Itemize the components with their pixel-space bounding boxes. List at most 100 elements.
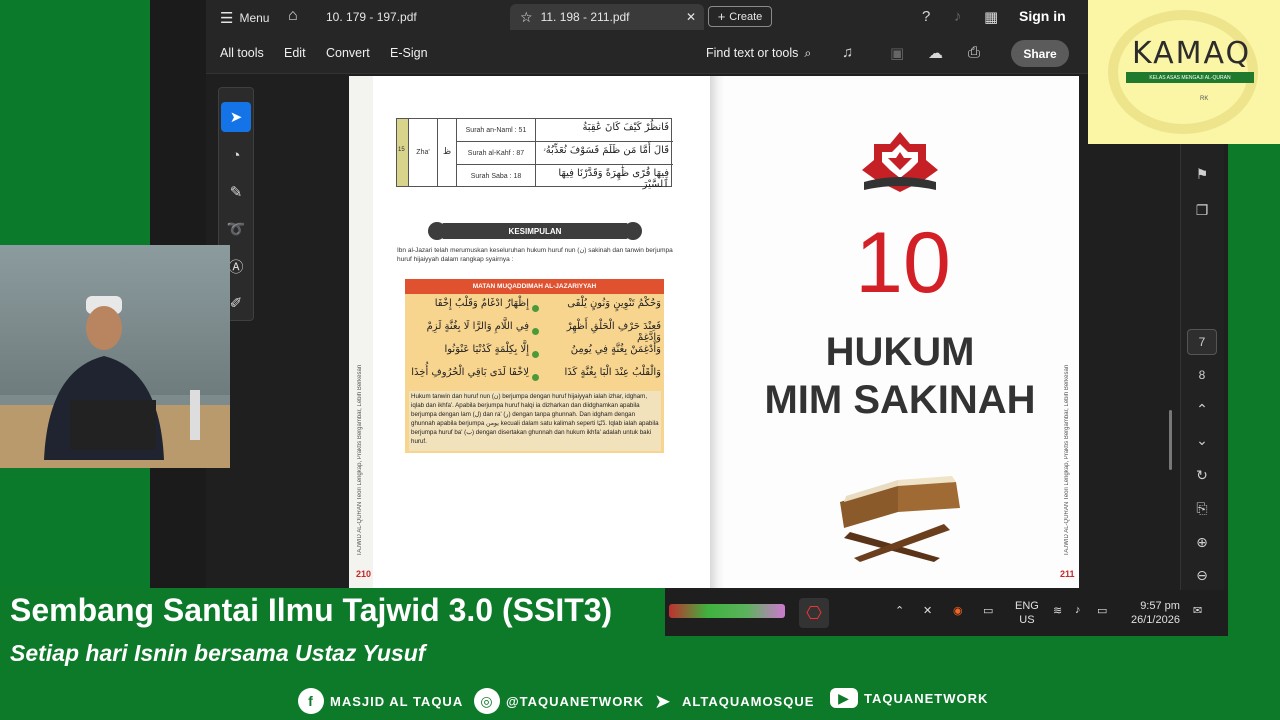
acrobat-taskbar-icon[interactable]: ⎔ (799, 598, 829, 628)
find-tools[interactable]: Find text or tools ⌕ (706, 46, 811, 61)
star-icon[interactable]: ☆ (520, 9, 533, 26)
tab-label: 11. 198 - 211.pdf (540, 10, 630, 24)
cast-icon[interactable]: ▭ (983, 604, 993, 617)
pen-icon[interactable]: ✎ (221, 177, 251, 207)
chapter-number: 10 (855, 215, 951, 311)
social-telegram: ➤ ALTAQUAMOSQUE (650, 688, 814, 714)
table-row-surah: Surah al-Kahf : 87 (467, 150, 525, 157)
language-indicator[interactable]: ENG US (1015, 599, 1039, 628)
document-icon[interactable]: ⎘ (1189, 496, 1215, 520)
verse-right: وَأَدْغِمَنْ بِغُنَّةٍ فِي يُومِنُ (570, 344, 661, 355)
save-icon[interactable]: ▣ (890, 44, 904, 62)
menu-label: Menu (239, 11, 270, 25)
kesimpulan-banner: KESIMPULAN (428, 220, 642, 242)
verse-left: إِلَّا بِكِلْمَةٍ كَدُنْيَا عَنْوَنُوا (444, 344, 529, 355)
star-emblem-icon (862, 132, 938, 192)
apps-grid-icon[interactable]: ▦ (984, 8, 998, 26)
kesimpulan-heading: KESIMPULAN (442, 223, 628, 239)
table-number: 15 (398, 147, 405, 153)
matan-heading: MATAN MUQADDIMAH AL-JAZARIYYAH (405, 279, 664, 294)
tab-label: 10. 179 - 197.pdf (326, 10, 417, 24)
verse-dot-icon (532, 351, 539, 358)
plus-icon: + (717, 9, 726, 24)
search-icon: ⌕ (804, 46, 812, 60)
chevron-up-icon[interactable]: ⌃ (895, 604, 904, 617)
battery-icon[interactable]: ▭ (1097, 604, 1107, 617)
title-bar: ☰ Menu ⌂ 10. 179 - 197.pdf ☆ 11. 198 - 2… (206, 0, 1228, 34)
tab-file-1[interactable]: 10. 179 - 197.pdf (316, 4, 427, 30)
notification-icon[interactable]: ✉ (1193, 604, 1202, 617)
verse-left: إِظْهَارٌ ادْغَامٌ وَقَلْبٌ إِخْفَا (434, 298, 529, 309)
verse-dot-icon (532, 328, 539, 335)
page-gutter (710, 76, 726, 588)
verse-left: لِاخْفَا لَدَى بَاقِي الْحُرُوفِ أُخِذَا (411, 367, 529, 378)
help-icon[interactable]: ? (922, 8, 930, 25)
lasso-icon[interactable]: ➰ (221, 214, 251, 244)
taskbar-apps[interactable] (669, 604, 785, 618)
upload-cloud-icon[interactable]: ☁ (928, 44, 943, 62)
verse-row: إِظْهَارٌ ادْغَامٌ وَقَلْبٌ إِخْفَا وَحُ… (405, 298, 664, 320)
clock-date: 26/1/2026 (1131, 614, 1180, 627)
menu-convert[interactable]: Convert (326, 46, 370, 60)
verse-row: لِاخْفَا لَدَى بَاقِي الْحُرُوفِ أُخِذَا… (405, 367, 664, 389)
chevron-down-icon[interactable]: ⌄ (1189, 428, 1215, 452)
refresh-icon[interactable]: ↻ (1189, 463, 1215, 487)
spine-text-left: TAJWID AL-QURAN Teori Lengkap, Praktis B… (357, 364, 363, 556)
telegram-icon: ➤ (654, 690, 672, 713)
verse-row: فِي اللَّامِ وَالرَّا لَا بِغُنَّةٍ لَزِ… (405, 321, 664, 343)
page-number-left: 210 (356, 569, 372, 579)
matan-note: Hukum tanwin dan huruf nun (ن) berjumpa … (409, 391, 661, 451)
app-tray-icon[interactable]: ◉ (953, 604, 963, 617)
create-button[interactable]: + Create (708, 6, 772, 27)
social-label: MASJID AL TAQUA (330, 693, 464, 709)
verse-dot-icon (532, 374, 539, 381)
bell-icon[interactable]: ♪ (954, 8, 962, 25)
volume-icon[interactable]: ♪ (1075, 604, 1081, 616)
social-youtube: ▶ TAQUANETWORK (830, 688, 988, 708)
sign-in-button[interactable]: Sign in (1019, 8, 1066, 24)
wifi-icon[interactable]: ≋ (1053, 604, 1062, 617)
menu-esign[interactable]: E-Sign (390, 46, 428, 60)
presenter-image (44, 296, 200, 460)
home-icon[interactable]: ⌂ (288, 7, 298, 25)
clock[interactable]: 9:57 pm 26/1/2026 (1131, 599, 1180, 628)
logo-mini: RK (1200, 96, 1209, 102)
social-facebook: f MASJID AL TAQUA (298, 688, 463, 714)
clock-time: 9:57 pm (1140, 600, 1180, 612)
youtube-icon: ▶ (830, 688, 858, 708)
tajwid-table: 15 Zha' ظ Surah an-Naml : 51 Surah al-Ka… (396, 118, 673, 190)
print-icon[interactable]: ⎙ (968, 44, 980, 61)
mic-off-icon[interactable]: ✕ (923, 604, 932, 617)
facebook-icon: f (298, 688, 324, 714)
scrollbar-thumb[interactable] (1169, 410, 1172, 470)
tab-file-2[interactable]: ☆ 11. 198 - 211.pdf ✕ (510, 4, 704, 30)
zoom-in-icon[interactable]: ⊕ (1189, 530, 1215, 554)
close-tab-icon[interactable]: ✕ (686, 10, 696, 24)
logo-word: KAMAQ (1132, 36, 1252, 71)
share-button[interactable]: Share (1011, 40, 1069, 67)
menu-bar: All tools Edit Convert E-Sign Find text … (206, 34, 1228, 74)
chapter-title-line1: HUKUM (825, 330, 975, 374)
menu-button[interactable]: ☰ Menu (220, 9, 269, 27)
select-cursor-icon[interactable]: ➤ (221, 102, 251, 132)
lang-code: ENG (1015, 600, 1039, 612)
menu-all-tools[interactable]: All tools (220, 46, 264, 60)
pages-icon[interactable]: ❐ (1189, 198, 1215, 222)
intro-paragraph: Ibn al-Jazari telah merumuskan keseluruh… (397, 247, 673, 263)
social-label: TAQUANETWORK (864, 690, 989, 706)
table-row-arabic: فَانظُرْ كَيْفَ كَانَ عَٰقِبَةُ (582, 122, 669, 133)
zoom-out-icon[interactable]: ⊖ (1189, 563, 1215, 587)
menu-edit[interactable]: Edit (284, 46, 306, 60)
verse-right: فَعِنْدَ حَرْفِ الْحَلْقِ أَظْهِرْ وَادَ… (566, 321, 661, 343)
bookmark-icon[interactable]: ⚑ (1189, 162, 1215, 186)
chevron-up-icon[interactable]: ⌃ (1189, 397, 1215, 421)
headphones-icon[interactable]: ♫ (842, 44, 853, 61)
page-current[interactable]: 7 (1187, 329, 1217, 355)
show-title-bar: Sembang Santai Ilmu Tajwid 3.0 (SSIT3) (0, 588, 665, 636)
page-next[interactable]: 8 (1189, 363, 1215, 387)
logo-tagline: KELAS ASAS MENGAJI AL-QURAN (1126, 72, 1254, 83)
spine-text-right: TAJWID AL-QURAN Teori Lengkap, Praktis B… (1064, 364, 1070, 556)
comment-icon[interactable]: ◔ (221, 140, 251, 170)
verse-dot-icon (532, 305, 539, 312)
verse-left: فِي اللَّامِ وَالرَّا لَا بِغُنَّةٍ لَزِ… (426, 321, 529, 332)
